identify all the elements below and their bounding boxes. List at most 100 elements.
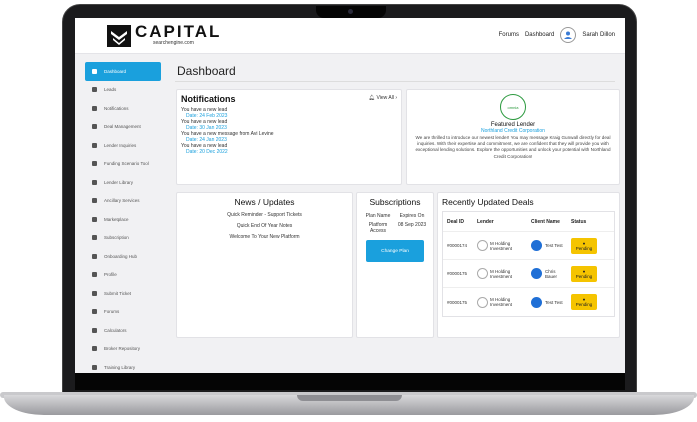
- deal-id: #0000175: [447, 299, 468, 305]
- sidebar-item-calculators[interactable]: Calculators: [85, 321, 161, 340]
- brand-sub: searchengine.com: [153, 40, 194, 46]
- column-header: Client Name: [531, 218, 560, 225]
- sidebar-item-submit-ticket[interactable]: Submit Ticket: [85, 284, 161, 303]
- sidebar: Dashboard Leads Notifications Deal Manag…: [85, 62, 161, 373]
- news-item[interactable]: Quick End Of Year Notes: [181, 223, 348, 229]
- nav-dashboard-link[interactable]: Dashboard: [525, 32, 554, 38]
- bookmark-icon: [90, 345, 99, 352]
- screen-bezel-bottom: [75, 373, 625, 390]
- plan-name-header: Plan Name: [365, 213, 391, 219]
- capital-logo-icon: [107, 25, 131, 47]
- brand-name: CAPITAL: [135, 22, 222, 41]
- chat-icon: [90, 142, 99, 149]
- sidebar-item-lender-library[interactable]: Lender Library: [85, 173, 161, 192]
- plan-value: Platform Access: [368, 222, 388, 234]
- deal-id: #0000174: [447, 243, 468, 248]
- deal-id: #0000175: [447, 271, 468, 276]
- column-header: Status: [571, 218, 587, 225]
- client-name: Test Test: [545, 299, 563, 305]
- view-all-link[interactable]: 🔔︎ View All ›: [369, 95, 397, 101]
- featured-description: We are thrilled to introduce our newest …: [415, 135, 611, 159]
- client-avatar-icon: [531, 268, 542, 279]
- lender-logo: omnia: [500, 94, 526, 120]
- expires-value: 08 Sep 2023: [397, 222, 427, 228]
- client-avatar-icon: [531, 296, 542, 308]
- lender-icon: [477, 240, 488, 251]
- sidebar-item-marketplace[interactable]: Marketplace: [85, 210, 161, 229]
- training-icon: [90, 364, 99, 371]
- expires-header: Expires On: [399, 213, 425, 219]
- sidebar-item-deal-management[interactable]: Deal Management: [85, 118, 161, 137]
- laptop-mockup: CAPITAL searchengine.com Forums Dashboar…: [0, 0, 697, 422]
- forum-icon: [90, 308, 99, 315]
- avatar[interactable]: [560, 27, 577, 43]
- sidebar-item-broker-repository[interactable]: Broker Repository: [85, 340, 161, 359]
- chart-icon: [90, 86, 99, 93]
- sidebar-item-funding-scenario-tool[interactable]: Funding Scenario Tool: [85, 155, 161, 174]
- lender-name: M Holding Investment: [490, 268, 513, 279]
- client-avatar-icon: [531, 240, 542, 251]
- column-header: Lender: [477, 218, 494, 225]
- home-icon: [90, 68, 99, 75]
- sidebar-item-leads[interactable]: Leads: [85, 81, 161, 100]
- news-item[interactable]: Quick Reminder - Support Tickets: [181, 212, 348, 218]
- news-item[interactable]: Welcome To Your New Platform: [181, 234, 348, 240]
- top-bar: CAPITAL searchengine.com Forums Dashboar…: [75, 18, 625, 54]
- bell-icon: 🔔︎: [368, 95, 377, 101]
- news-card: News / Updates Quick Reminder - Support …: [176, 192, 353, 338]
- featured-lender-link[interactable]: Northland Credit Corporation: [415, 128, 611, 134]
- user-icon: [90, 271, 99, 278]
- deals-table: Deal ID Lender Client Name Status #00001…: [442, 211, 615, 317]
- lender-icon: [477, 296, 488, 308]
- laptop-thumb-notch: [297, 395, 402, 401]
- lender-name: M Holding Investment: [490, 297, 513, 307]
- notification-date: Date: 20 Dec 2022: [186, 149, 228, 155]
- camera-notch: [316, 6, 386, 18]
- change-plan-button[interactable]: Change Plan: [366, 240, 424, 262]
- question-icon: [90, 290, 99, 297]
- sidebar-item-profile[interactable]: Profile: [85, 266, 161, 285]
- sidebar-item-training-library[interactable]: Training Library: [85, 358, 161, 373]
- sidebar-item-subscription[interactable]: Subscription: [85, 229, 161, 248]
- sidebar-item-ancillary-services[interactable]: Ancillary Services: [85, 192, 161, 211]
- bell-icon: [90, 105, 99, 112]
- divider: [175, 81, 615, 82]
- lender-name: M Holding Investment: [490, 240, 513, 251]
- status-badge[interactable]: ● Pending: [571, 265, 597, 282]
- sidebar-item-forums[interactable]: Forums: [85, 303, 161, 322]
- table-row[interactable]: #0000174 M Holding Investment Test Test …: [443, 232, 614, 260]
- notifications-title: Notifications: [181, 94, 236, 104]
- user-avatar-icon: [564, 31, 573, 39]
- top-nav: Forums Dashboard Sarah Dillon: [499, 27, 615, 43]
- column-header: Deal ID: [447, 218, 464, 225]
- user-name[interactable]: Sarah Dillon: [582, 32, 615, 38]
- status-badge[interactable]: ● Pending: [571, 237, 597, 254]
- sidebar-item-lender-inquiries[interactable]: Lender Inquiries: [85, 136, 161, 155]
- book-icon: [90, 179, 99, 186]
- link-icon: [90, 197, 99, 204]
- nav-forums-link[interactable]: Forums: [499, 32, 519, 38]
- folder-icon: [90, 123, 99, 130]
- notifications-card: Notifications 🔔︎ View All › You have a n…: [176, 89, 402, 185]
- chevron-right-icon: [90, 216, 99, 223]
- deals-card: Recently Updated Deals Deal ID Lender Cl…: [437, 192, 620, 338]
- screen: CAPITAL searchengine.com Forums Dashboar…: [75, 18, 625, 373]
- sidebar-item-dashboard[interactable]: Dashboard: [85, 62, 161, 81]
- table-header: Deal ID Lender Client Name Status: [443, 212, 614, 232]
- calculator-icon: [90, 327, 99, 334]
- subscriptions-title: Subscriptions: [369, 197, 421, 207]
- search-icon: [90, 160, 99, 167]
- dollar-icon: [90, 234, 99, 241]
- client-name: Chris Bauer: [545, 268, 558, 279]
- lender-icon: [477, 268, 488, 279]
- featured-lender-card: omnia Featured Lender Northland Credit C…: [406, 89, 620, 185]
- news-title: News / Updates: [234, 197, 295, 207]
- page-title: Dashboard: [177, 64, 236, 78]
- table-row[interactable]: #0000175 M Holding Investment Test Test …: [443, 288, 614, 316]
- grid-icon: [90, 253, 99, 260]
- sidebar-item-onboarding-hub[interactable]: Onboarding Hub: [85, 247, 161, 266]
- deals-title: Recently Updated Deals: [442, 197, 534, 207]
- sidebar-item-notifications[interactable]: Notifications: [85, 99, 161, 118]
- status-badge[interactable]: ● Pending: [571, 294, 597, 310]
- table-row[interactable]: #0000175 M Holding Investment Chris Baue…: [443, 260, 614, 288]
